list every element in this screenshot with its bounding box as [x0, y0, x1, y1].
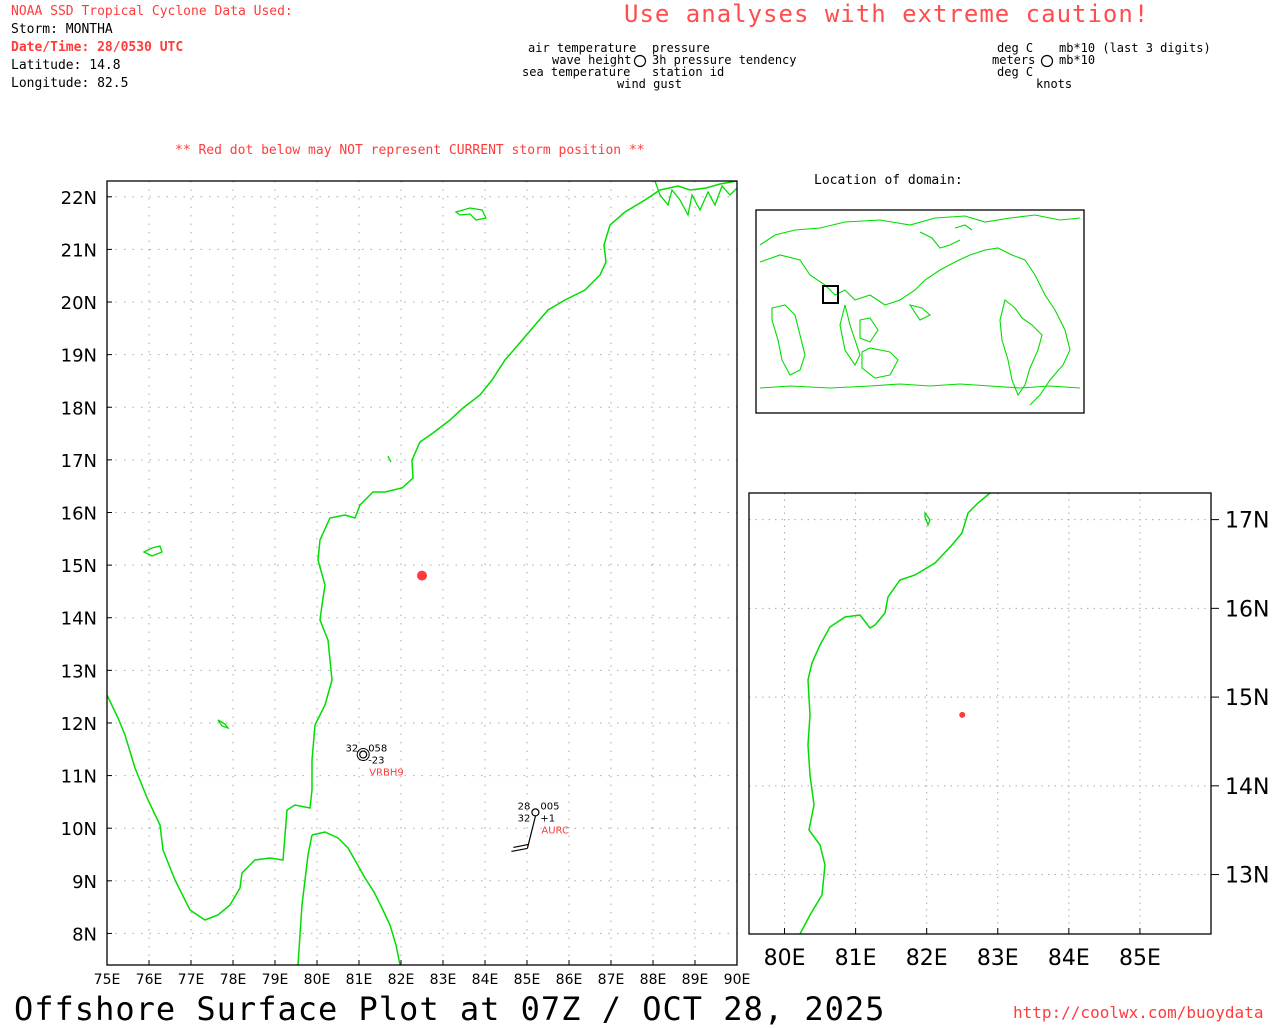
station-pressure: 058 [368, 744, 387, 755]
zoom-lon-tick-label: 84E [1048, 946, 1090, 971]
station-air-temp: 32 [345, 744, 358, 755]
units-station-circle-icon [1040, 54, 1054, 68]
zoom-lat-tick-label: 17N [1225, 509, 1269, 534]
station-id-label: VRBH9 [369, 768, 404, 779]
main-lon-tick-label: 89E [682, 972, 709, 988]
main-lon-tick-label: 84E [472, 972, 499, 988]
main-lat-tick-label: 20N [61, 293, 97, 314]
bangladesh-delta-coastline [654, 181, 737, 217]
zoom-lat-tick-label: 13N [1225, 864, 1269, 889]
main-lon-tick-label: 85E [514, 972, 541, 988]
station-circle-icon [531, 808, 540, 817]
zoom-lat-tick-label: 15N [1225, 686, 1269, 711]
station-vrbh9[interactable]: 32 058-23VRBH9 [345, 744, 403, 779]
main-lon-tick-label: 79E [262, 972, 289, 988]
main-lon-labels: 75E 76E 77E 78E 79E 80E 81E 82E 83E 84E 85E 86E 87E 8… [94, 972, 751, 988]
zoom-lat-labels: 13N 14N 15N 16N 17N [1225, 509, 1269, 889]
station-tendency: -23 [368, 756, 384, 767]
zoom-lat-tick-label: 16N [1225, 597, 1269, 622]
main-lat-tick-label: 10N [61, 819, 97, 840]
main-lon-tick-label: 76E [136, 972, 163, 988]
inset-frame [755, 209, 1085, 414]
main-lon-tick-label: 83E [430, 972, 457, 988]
zoom-lon-tick-label: 80E [764, 946, 806, 971]
zoom-lon-tick-label: 82E [906, 946, 948, 971]
zoom-map-frame [748, 492, 1212, 935]
island-west [142, 545, 163, 557]
main-lat-labels: 8N 9N 10N 11N 12N 13N 14N 15N 16N 17N 18N 19N 20N 21N… [61, 188, 97, 946]
location-of-domain-title: Location of domain: [814, 173, 963, 188]
plot-title-footer: Offshore Surface Plot at 07Z / OCT 28, 2… [14, 990, 886, 1028]
zoom-map-grid [749, 493, 1219, 934]
main-lon-tick-label: 86E [556, 972, 583, 988]
main-lon-tick-label: 87E [598, 972, 625, 988]
main-lon-tick-label: 82E [388, 972, 415, 988]
sri-lanka-coastline [297, 831, 401, 965]
station-tendency: +1 [540, 813, 555, 824]
storm-position-dot[interactable] [417, 570, 427, 581]
main-lat-tick-label: 13N [61, 661, 97, 682]
main-lat-tick-label: 11N [61, 767, 97, 788]
main-lon-tick-label: 75E [94, 972, 121, 988]
zoom-lon-tick-label: 83E [977, 946, 1019, 971]
main-lon-tick-label: 81E [346, 972, 373, 988]
main-lat-tick-label: 8N [72, 924, 97, 945]
india-east-coastline [107, 181, 737, 921]
zoom-lat-tick-label: 14N [1225, 775, 1269, 800]
main-lat-tick-label: 22N [61, 188, 97, 209]
zoom-island [924, 510, 931, 527]
zoom-lon-tick-label: 81E [835, 946, 877, 971]
main-lat-tick-label: 18N [61, 398, 97, 419]
station-aurc[interactable]: 28 005+1 32 AURC [511, 801, 569, 852]
zoom-map[interactable]: 13N 14N 15N 16N 17N 80E 81E 82E 83E 84E 85E [740, 485, 1280, 975]
main-lat-tick-label: 19N [61, 346, 97, 367]
island-tiny [387, 455, 392, 463]
units-wind-gust: knots [1036, 77, 1073, 91]
location-inset-map [755, 209, 1085, 414]
main-lat-tick-label: 9N [72, 872, 97, 893]
station-sea-temp: 32 [518, 813, 531, 824]
main-lon-tick-label: 77E [178, 972, 205, 988]
island-north [454, 207, 487, 221]
main-stations: 32 058-23VRBH9 28 005+1 32 AURC [345, 744, 569, 852]
main-lat-tick-label: 14N [61, 609, 97, 630]
station-pressure: 005 [540, 801, 559, 812]
main-lon-tick-label: 78E [220, 972, 247, 988]
main-lon-tick-label: 88E [640, 972, 667, 988]
units-sea-temperature: deg C [997, 65, 1034, 79]
zoom-lon-tick-label: 85E [1119, 946, 1161, 971]
main-lat-tick-label: 21N [61, 240, 97, 261]
source-url-link[interactable]: http://coolwx.com/buoydata [1013, 1003, 1263, 1022]
main-lon-tick-label: 80E [304, 972, 331, 988]
main-lat-tick-label: 16N [61, 503, 97, 524]
zoom-lon-labels: 80E 81E 82E 83E 84E 85E [764, 946, 1161, 971]
main-lat-tick-label: 15N [61, 556, 97, 577]
station-air-temp: 28 [518, 801, 531, 812]
main-map[interactable]: 8N 9N 10N 11N 12N 13N 14N 15N 16N 17N 18N 19N 20N 21N… [0, 0, 760, 995]
units-pressure-tendency: mb*10 [1059, 53, 1096, 67]
station-id-label: AURC [541, 825, 569, 836]
station-circle-icon [359, 750, 368, 759]
main-lat-tick-label: 12N [61, 714, 97, 735]
island-southwest [217, 719, 230, 730]
main-lat-tick-label: 17N [61, 451, 97, 472]
zoom-storm-position-dot[interactable] [959, 711, 966, 718]
